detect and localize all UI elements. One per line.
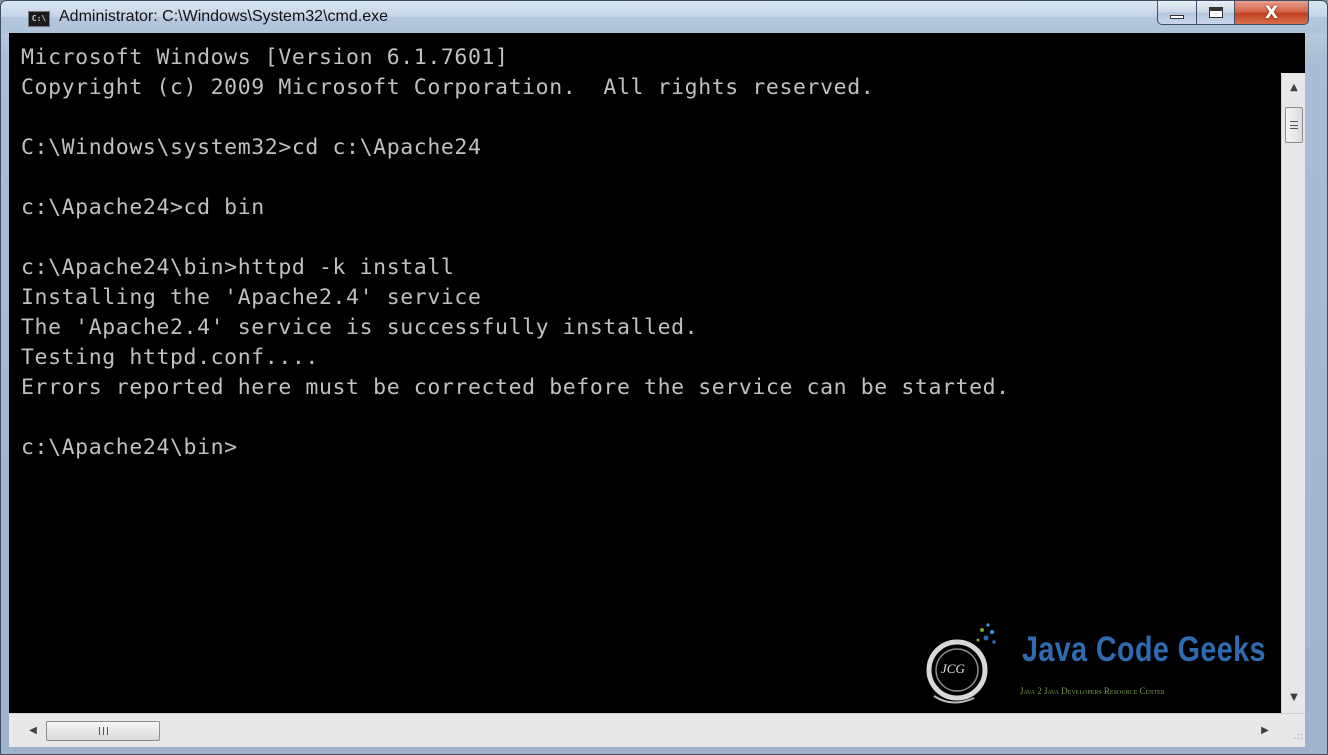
console-line: Copyright (c) 2009 Microsoft Corporation… xyxy=(21,75,875,100)
console-line: Microsoft Windows [Version 6.1.7601] xyxy=(21,45,509,70)
horizontal-scroll-thumb[interactable] xyxy=(46,721,160,741)
close-button[interactable]: X xyxy=(1235,1,1309,25)
window-controls: X xyxy=(1157,1,1309,25)
scroll-left-arrow-icon[interactable]: ◀ xyxy=(21,714,45,748)
maximize-icon xyxy=(1208,7,1223,18)
console-line: Installing the 'Apache2.4' service xyxy=(21,285,482,310)
jcg-logo-subtitle: Java 2 Java Developers Resource Center xyxy=(1020,686,1165,696)
cmd-app-icon[interactable]: C:\ xyxy=(28,11,50,27)
console-line: Testing httpd.conf.... xyxy=(21,345,319,370)
jcg-logo-title: Java Code Geeks xyxy=(1022,630,1266,669)
maximize-button[interactable] xyxy=(1197,1,1235,25)
grip-icon xyxy=(98,727,108,735)
cmd-window: C:\ Administrator: C:\Windows\System32\c… xyxy=(0,0,1328,755)
title-bar[interactable]: C:\ Administrator: C:\Windows\System32\c… xyxy=(1,1,1327,33)
resize-grip-icon[interactable]: .:: xyxy=(1287,729,1303,745)
minimize-button[interactable] xyxy=(1157,1,1197,25)
java-code-geeks-watermark: JCG Java Code Geeks Java 2 Java Develope… xyxy=(912,618,1265,713)
window-title: Administrator: C:\Windows\System32\cmd.e… xyxy=(59,8,388,25)
vertical-scrollbar[interactable]: ▲ ▼ xyxy=(1281,73,1305,713)
console-line: C:\Windows\system32>cd c:\Apache24 xyxy=(21,135,482,160)
scroll-down-arrow-icon[interactable]: ▼ xyxy=(1282,687,1306,709)
console-line: c:\Apache24>cd bin xyxy=(21,195,265,220)
scroll-right-arrow-icon[interactable]: ▶ xyxy=(1253,714,1277,748)
grip-icon xyxy=(1290,121,1298,129)
console-line: The 'Apache2.4' service is successfully … xyxy=(21,315,699,340)
console-line: c:\Apache24\bin>httpd -k install xyxy=(21,255,455,280)
minimize-icon xyxy=(1170,14,1184,19)
console-prompt[interactable]: c:\Apache24\bin> xyxy=(21,433,238,463)
close-icon: X xyxy=(1264,2,1279,23)
horizontal-scrollbar[interactable]: ◀ ▶ .:: xyxy=(9,713,1305,747)
console-line: Errors reported here must be corrected b… xyxy=(21,375,1010,400)
jcg-monogram: JCG xyxy=(941,661,965,676)
console-output[interactable]: Microsoft Windows [Version 6.1.7601] Cop… xyxy=(9,33,1305,713)
vertical-scroll-thumb[interactable] xyxy=(1285,107,1303,143)
scroll-up-arrow-icon[interactable]: ▲ xyxy=(1282,77,1306,99)
